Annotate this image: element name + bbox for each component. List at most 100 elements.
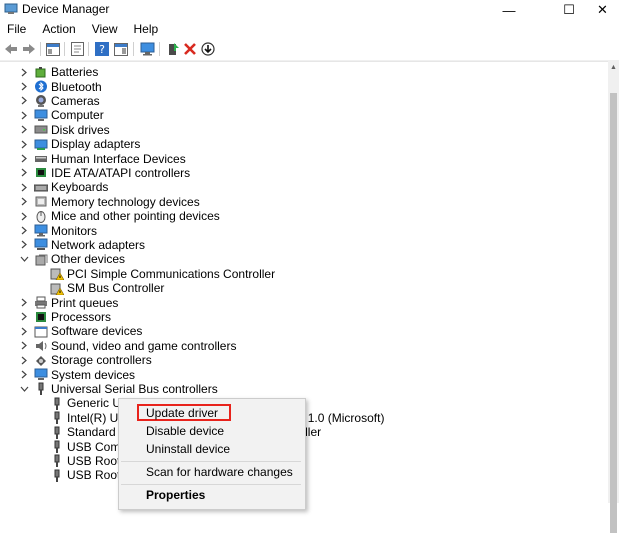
chevron-down-icon[interactable] [19,254,29,264]
tree-category-item[interactable]: Mice and other pointing devices [21,209,220,224]
tree-category-item[interactable]: Batteries [21,65,98,79]
chevron-right-icon[interactable] [19,312,29,322]
title-bar: Device Manager — ☐ ✕ [0,0,619,20]
tree-child-item[interactable]: PCI Simple Communications Controller [50,267,275,281]
tree-item-label: Storage controllers [51,353,152,368]
svg-text:?: ? [99,43,105,56]
menu-view[interactable]: View [84,20,126,38]
monitor-scan-icon[interactable] [139,41,155,57]
chevron-right-icon[interactable] [19,240,29,250]
camera-icon [34,94,48,108]
storage-controller-icon [34,354,48,367]
chevron-right-icon[interactable] [19,67,29,77]
context-menu: Update driver Disable device Uninstall d… [118,398,306,510]
chevron-right-icon[interactable] [19,298,29,308]
sound-icon [34,339,48,352]
software-device-icon [34,325,48,338]
properties-sheet-icon[interactable] [69,41,85,57]
chevron-right-icon[interactable] [19,197,29,207]
tree-category-item[interactable]: Keyboards [21,180,108,194]
chevron-right-icon[interactable] [19,96,29,106]
tree-category-item[interactable]: Universal Serial Bus controllers [20,382,218,396]
vertical-scrollbar[interactable]: ▲ [608,61,619,533]
system-device-icon [34,368,48,381]
close-button[interactable]: ✕ [586,0,619,20]
chevron-right-icon[interactable] [19,154,29,164]
tree-category-item[interactable]: System devices [21,367,135,382]
menu-file[interactable]: File [0,20,34,38]
chevron-right-icon[interactable] [19,139,29,149]
tree-item-label: Mice and other pointing devices [51,209,220,224]
tree-category-item[interactable]: Other devices [20,252,125,266]
menu-uninstall-device[interactable]: Uninstall device [146,442,230,456]
printer-icon [34,296,48,309]
tree-item-label: IDE ATA/ATAPI controllers [51,165,191,180]
tree-category-item[interactable]: Computer [21,108,104,122]
tree-category-item[interactable]: Bluetooth [21,79,102,94]
tree-category-item[interactable]: Human Interface Devices [21,151,186,166]
tree-category-item[interactable]: Network adapters [21,238,145,252]
tree-category-item[interactable]: Software devices [21,324,143,339]
tree-category-item[interactable]: Print queues [21,295,118,310]
chevron-right-icon[interactable] [19,110,29,120]
toolbar: ? [0,38,619,61]
tree-category-item[interactable]: Display adapters [21,137,140,151]
chevron-right-icon[interactable] [19,125,29,135]
usb-plug-icon [50,397,64,410]
chevron-right-icon[interactable] [19,355,29,365]
usb-plug-icon [50,411,64,425]
ide-controller-icon [34,166,48,179]
tree-item-label: Memory technology devices [51,194,200,209]
chevron-right-icon[interactable] [19,341,29,351]
usb-controller-icon [34,382,48,396]
network-adapter-icon [34,238,48,251]
chevron-right-icon[interactable] [19,226,29,236]
other-devices-icon [34,253,48,266]
tree-child-item[interactable]: SM Bus Controller [50,281,164,295]
menu-bar: File Action View Help [0,20,619,38]
tree-item-label: Human Interface Devices [51,151,186,166]
chevron-right-icon[interactable] [19,370,29,380]
tree-item-label: Cameras [51,93,100,108]
tree-category-item[interactable]: Cameras [21,93,100,108]
chevron-right-icon[interactable] [19,326,29,336]
show-hide-console-tree-icon[interactable] [45,41,61,57]
menu-scan-hardware[interactable]: Scan for hardware changes [146,465,293,479]
chevron-right-icon[interactable] [19,168,29,178]
help-icon[interactable]: ? [94,41,110,57]
display-adapter-icon [34,138,48,151]
download-icon[interactable] [200,41,216,57]
tree-category-item[interactable]: Processors [21,309,112,324]
tree-item-label: Processors [51,309,112,324]
menu-properties[interactable]: Properties [146,488,205,502]
tree-category-item[interactable]: IDE ATA/ATAPI controllers [21,165,191,180]
tree-item-label: SM Bus Controller [67,281,165,296]
maximize-button[interactable]: ☐ [547,0,591,20]
menu-help[interactable]: Help [126,20,167,38]
chevron-right-icon[interactable] [19,82,29,92]
menu-disable-device[interactable]: Disable device [146,424,224,438]
tree-category-item[interactable]: Monitors [21,223,97,238]
menu-action[interactable]: Action [34,20,83,38]
back-arrow-icon[interactable] [3,41,19,57]
tree-item-label: Software devices [51,324,143,339]
warning-device-icon [50,267,65,281]
chevron-right-icon[interactable] [19,211,29,221]
tree-category-item[interactable]: Storage controllers [21,353,152,368]
menu-update-driver[interactable]: Update driver [146,406,218,420]
action-pane-icon[interactable] [113,41,129,57]
update-driver-icon[interactable] [165,41,181,57]
chevron-right-icon[interactable] [19,182,29,192]
scroll-up-arrow-icon[interactable]: ▲ [610,64,617,71]
tree-category-item[interactable]: Disk drives [21,123,110,137]
tree-item-label: Bluetooth [51,79,102,94]
forward-arrow-icon[interactable] [21,41,37,57]
chevron-down-icon[interactable] [19,384,29,394]
tree-category-item[interactable]: Sound, video and game controllers [21,339,236,353]
uninstall-device-icon[interactable] [182,41,198,57]
scrollbar-thumb[interactable] [610,93,617,533]
tree-category-item[interactable]: Memory technology devices [21,194,200,209]
warning-device-icon [50,282,65,295]
minimize-button[interactable]: — [487,0,531,20]
usb-plug-icon [50,440,64,454]
